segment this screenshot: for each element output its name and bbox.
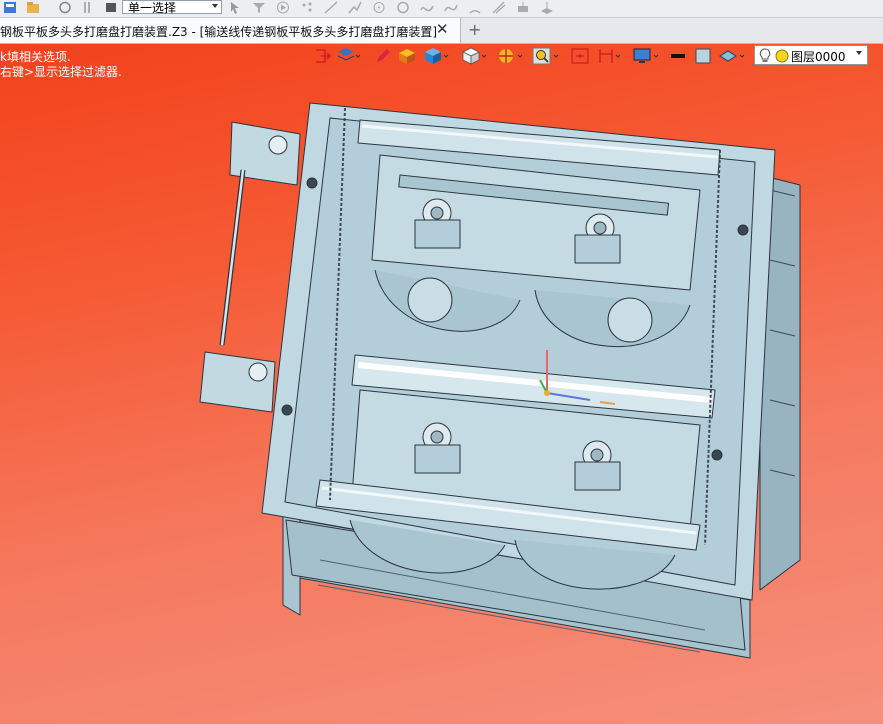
cad-model[interactable] xyxy=(0,44,883,724)
circle-center-icon[interactable] xyxy=(372,1,386,14)
play-icon[interactable] xyxy=(276,1,290,14)
spline-icon[interactable] xyxy=(420,1,434,14)
points-icon[interactable] xyxy=(300,1,314,14)
pointer-icon[interactable] xyxy=(228,1,242,14)
lower-left-bracket xyxy=(199,351,276,413)
pin-icon[interactable] xyxy=(80,1,94,14)
tab-active-document[interactable]: 钢板平板多头多打磨盘打磨装置.Z3 - [输送线传递钢板平板多头多打磨盘打磨装置… xyxy=(0,18,461,43)
upper-pulley xyxy=(268,135,288,155)
arc-icon[interactable] xyxy=(468,1,482,14)
close-icon[interactable]: ✕ xyxy=(436,20,449,38)
tab-label: 钢板平板多头多打磨盘打磨装置.Z3 - [输送线传递钢板平板多头多打磨盘打磨装置… xyxy=(0,25,437,39)
top-toolbar: 单一选择 xyxy=(0,0,883,18)
stop-icon[interactable] xyxy=(104,1,118,14)
3d-viewport[interactable]: k填相关选项. 右键>显示选择过滤器. 图层0000 xyxy=(0,44,883,724)
curve-icon[interactable] xyxy=(444,1,458,14)
selection-mode-value: 单一选择 xyxy=(128,1,177,15)
line-icon[interactable] xyxy=(324,1,338,14)
selection-mode-select[interactable]: 单一选择 xyxy=(122,0,222,15)
chevron-down-icon xyxy=(212,4,218,8)
project-icon[interactable] xyxy=(516,1,530,14)
document-tab-bar: 钢板平板多头多打磨盘打磨装置.Z3 - [输送线传递钢板平板多头多打磨盘打磨装置… xyxy=(0,18,883,44)
folder-icon[interactable] xyxy=(26,1,40,14)
polyline-icon[interactable] xyxy=(348,1,362,14)
extrude-icon[interactable] xyxy=(540,1,554,14)
offset-icon[interactable] xyxy=(492,1,506,14)
lower-pulley xyxy=(248,362,268,382)
history-icon[interactable] xyxy=(58,1,72,14)
circle-icon[interactable] xyxy=(396,1,410,14)
add-tab-button[interactable]: + xyxy=(468,20,481,39)
app-icon[interactable] xyxy=(3,1,17,14)
filter-icon[interactable] xyxy=(252,1,266,14)
